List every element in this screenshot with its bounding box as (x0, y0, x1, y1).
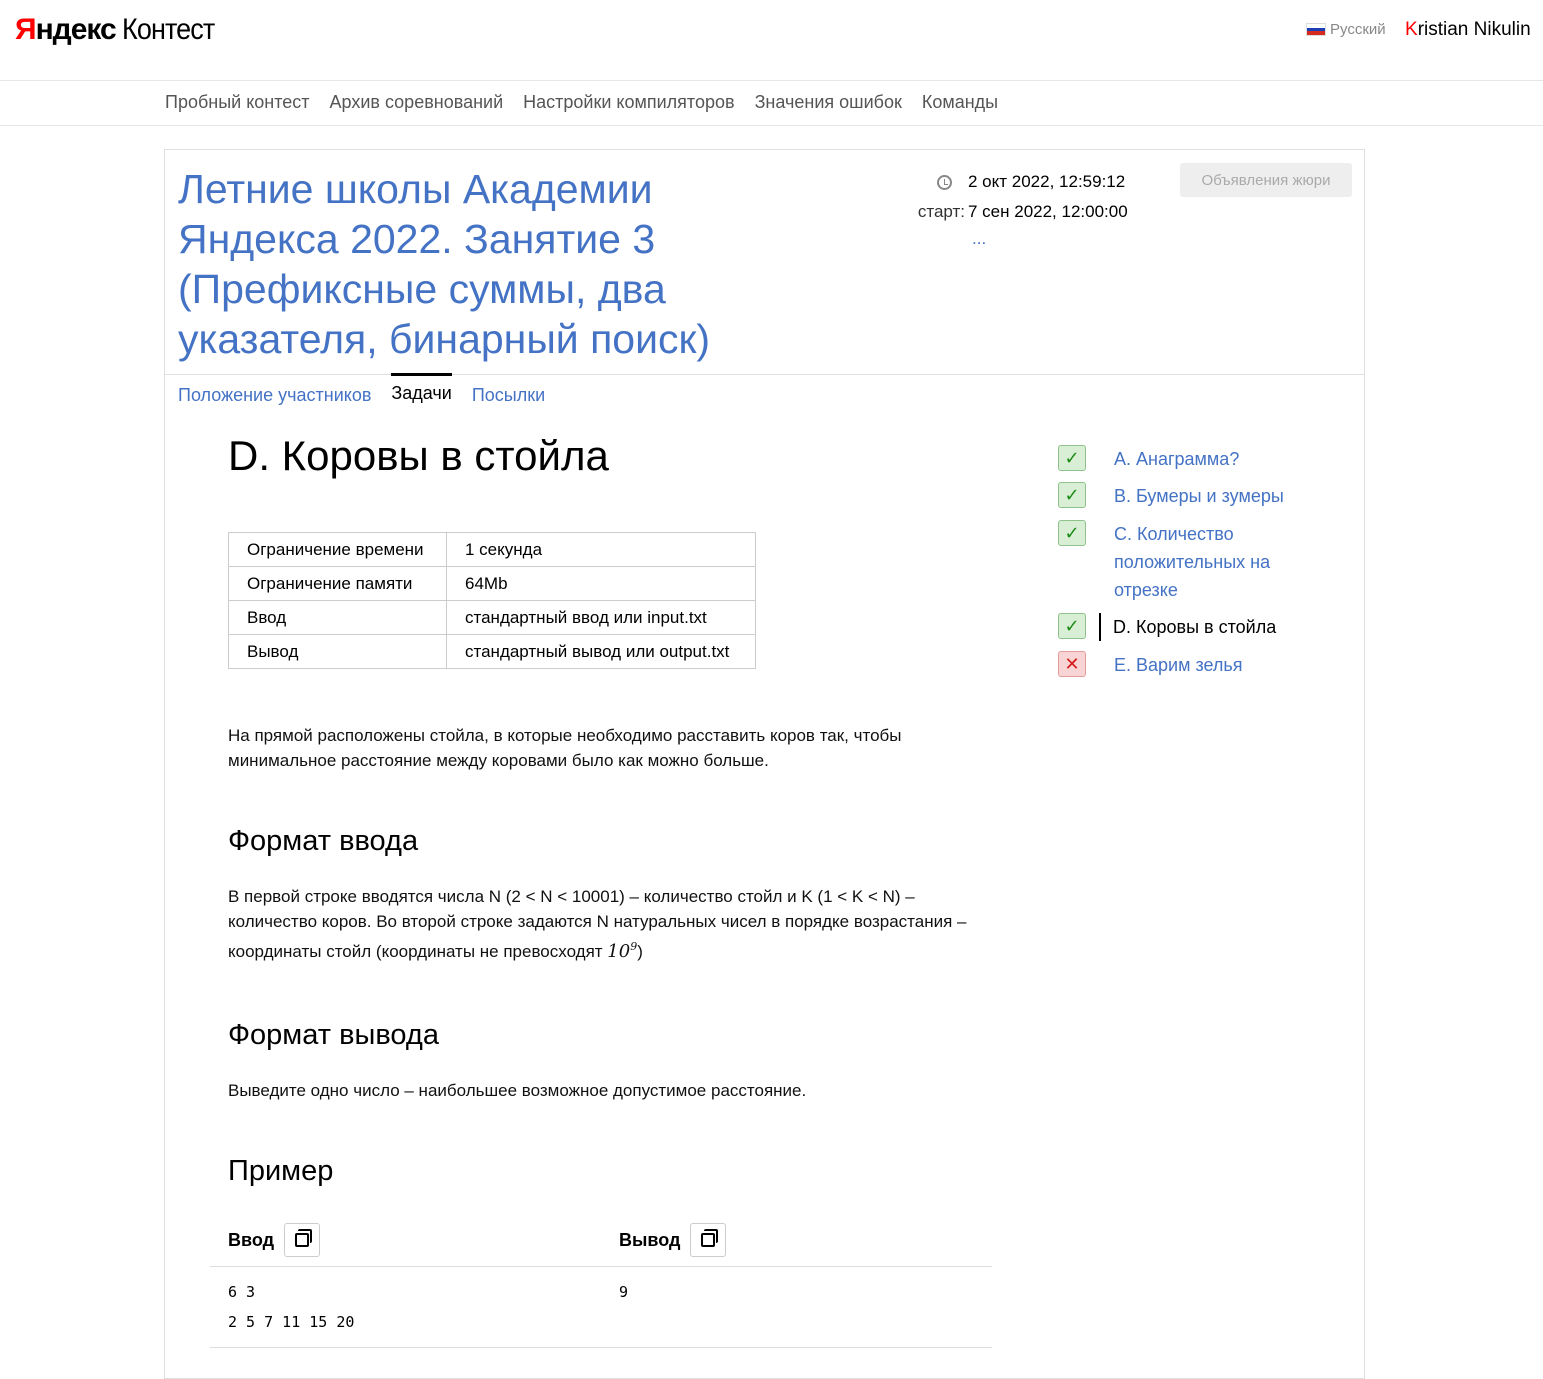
contest-times: 2 окт 2022, 12:59:12 старт: 7 сен 2022, 1… (900, 167, 1128, 257)
nav-teams[interactable]: Команды (922, 92, 998, 113)
logo-brand-first-letter: Я (15, 13, 37, 46)
problem-title: D. Коровы в стойла (228, 432, 609, 479)
more-times-link[interactable]: ... (972, 229, 986, 249)
language-switch[interactable]: Русский (1306, 21, 1386, 38)
example-input-header: Ввод (228, 1223, 321, 1257)
input-format-text: В первой строке вводятся числа N (2 < N … (228, 887, 967, 962)
example-input-label: Ввод (228, 1229, 275, 1250)
cross-icon: ✕ (1058, 651, 1086, 677)
limits-table: Ограничение времени 1 секунда Ограничение… (228, 532, 756, 669)
tab-submissions[interactable]: Посылки (472, 375, 545, 406)
logo-product: Контест (121, 13, 215, 46)
problem-link-e[interactable]: E. Варим зелья (1114, 651, 1324, 679)
check-icon: ✓ (1058, 613, 1086, 639)
example-divider (210, 1347, 992, 1348)
table-row: Ограничение памяти 64Mb (228, 566, 756, 601)
list-item: ✓ C. Количество положительных на отрезке (1058, 520, 1270, 600)
output-format-title: Формат вывода (228, 1019, 439, 1051)
russia-flag-icon (1306, 23, 1326, 36)
contest-title[interactable]: Летние школы Академии Яндекса 2022. Заня… (178, 164, 778, 364)
output-format-text: Выведите одно число – наибольшее возможн… (228, 1081, 807, 1100)
contest-panel: Летние школы Академии Яндекса 2022. Заня… (164, 149, 1365, 1379)
list-item: ✓ B. Бумеры и зумеры (1058, 482, 1284, 508)
contest-tabs: Положение участников Задачи Посылки (178, 373, 545, 406)
table-row: Вывод стандартный вывод или output.txt (228, 634, 756, 669)
copy-input-button[interactable] (284, 1223, 321, 1257)
math-power: 109 (607, 940, 638, 962)
list-item: ✓ D. Коровы в стойла (1058, 613, 1276, 641)
check-icon: ✓ (1058, 520, 1086, 546)
nav-error-codes[interactable]: Значения ошибок (755, 92, 902, 113)
table-row: Ввод стандартный ввод или input.txt (228, 600, 756, 635)
problem-link-d[interactable]: D. Коровы в стойла (1099, 613, 1323, 641)
copy-output-button[interactable] (690, 1223, 727, 1257)
current-time: 2 окт 2022, 12:59:12 (968, 172, 1126, 191)
example-output: 9 (619, 1283, 629, 1301)
example-output-label: Вывод (619, 1229, 681, 1250)
language-label: Русский (1330, 21, 1386, 38)
top-navigation: Пробный контест Архив соревнований Настр… (0, 81, 1543, 126)
nav-archive[interactable]: Архив соревнований (330, 92, 504, 113)
start-time: 7 сен 2022, 12:00:00 (968, 202, 1128, 221)
nav-compiler-settings[interactable]: Настройки компиляторов (523, 92, 734, 113)
list-item: ✓ A. Анаграмма? (1058, 445, 1239, 471)
example-output-header: Вывод (619, 1223, 727, 1257)
input-format-title: Формат ввода (228, 825, 419, 857)
check-icon: ✓ (1058, 482, 1086, 508)
example-divider (210, 1266, 992, 1267)
logo-brand-rest: ндекс (35, 13, 117, 46)
problem-link-a[interactable]: A. Анаграмма? (1114, 445, 1324, 473)
problem-statement: На прямой расположены стойла, в которые … (228, 726, 902, 770)
problem-link-b[interactable]: B. Бумеры и зумеры (1114, 482, 1324, 510)
example-title: Пример (228, 1155, 334, 1187)
yandex-contest-logo[interactable]: Яндекс Контест (15, 13, 224, 47)
user-name[interactable]: Kristian Nikulin (1405, 19, 1531, 41)
start-label: старт: (917, 202, 965, 221)
table-row: Ограничение времени 1 секунда (228, 532, 756, 567)
problem-link-c[interactable]: C. Количество положительных на отрезке (1114, 520, 1324, 604)
list-item: ✕ E. Варим зелья (1058, 651, 1243, 677)
check-icon: ✓ (1058, 445, 1086, 471)
tab-standings[interactable]: Положение участников (178, 375, 371, 406)
tab-problems[interactable]: Задачи (391, 373, 452, 406)
jury-announcements-button[interactable]: Объявления жюри (1180, 163, 1352, 197)
copy-icon (701, 1229, 719, 1247)
example-input: 6 32 5 7 11 15 20 (228, 1283, 355, 1331)
clock-icon (937, 174, 952, 190)
copy-icon (295, 1229, 313, 1247)
nav-trial-contest[interactable]: Пробный контест (165, 92, 310, 113)
header: Яндекс Контест Русский Kristian Nikulin (0, 0, 1543, 81)
